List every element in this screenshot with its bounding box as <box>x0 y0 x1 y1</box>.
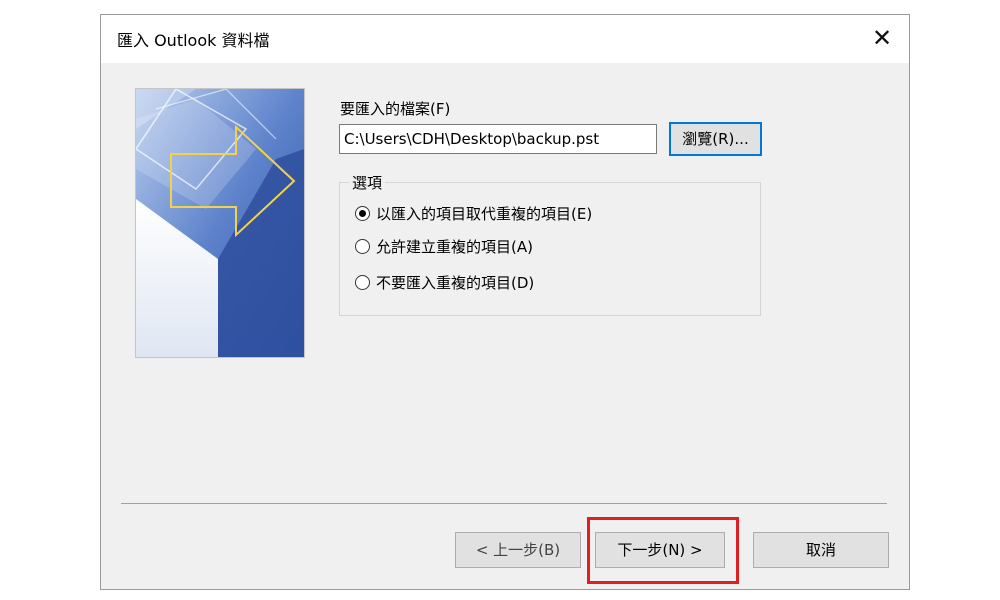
import-outlook-dialog: 匯入 Outlook 資料檔 ✕ 要匯入的檔案(F) C:\Users\CDH\… <box>100 14 910 590</box>
next-button[interactable]: 下一步(N) > <box>595 532 725 568</box>
radio-allow-duplicates[interactable]: 允許建立重複的項目(A) <box>355 235 533 257</box>
cancel-button[interactable]: 取消 <box>753 532 889 568</box>
close-icon[interactable]: ✕ <box>867 23 897 53</box>
footer-divider <box>121 503 887 504</box>
radio-selected-icon[interactable] <box>355 205 370 221</box>
back-button[interactable]: < 上一步(B) <box>455 532 581 568</box>
radio-label: 以匯入的項目取代重複的項目(E) <box>376 204 593 223</box>
dialog-title: 匯入 Outlook 資料檔 <box>117 31 270 50</box>
file-path-input[interactable] <box>339 124 657 154</box>
options-label: 選項 <box>349 172 386 193</box>
file-label: 要匯入的檔案(F) <box>340 100 451 118</box>
wizard-banner-image <box>135 88 305 358</box>
radio-label: 允許建立重複的項目(A) <box>376 237 533 256</box>
radio-unselected-icon[interactable] <box>355 274 370 290</box>
radio-unselected-icon[interactable] <box>355 238 370 254</box>
radio-label: 不要匯入重複的項目(D) <box>376 273 535 292</box>
title-bar: 匯入 Outlook 資料檔 ✕ <box>101 15 909 63</box>
browse-button[interactable]: 瀏覽(R)... <box>669 122 762 156</box>
radio-replace-duplicates[interactable]: 以匯入的項目取代重複的項目(E) <box>355 202 592 224</box>
radio-no-duplicates[interactable]: 不要匯入重複的項目(D) <box>355 271 534 293</box>
